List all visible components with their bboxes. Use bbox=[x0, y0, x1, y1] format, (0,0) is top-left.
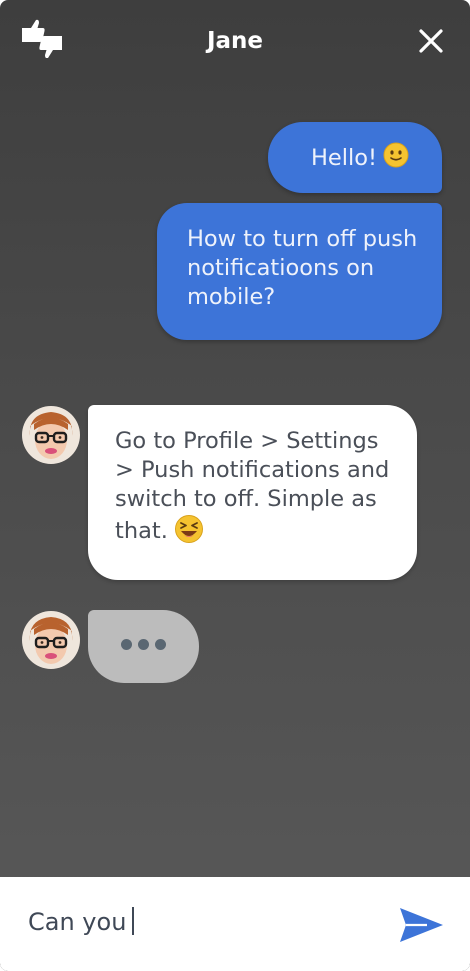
text-caret bbox=[132, 907, 135, 935]
chat-title: Jane bbox=[206, 28, 264, 54]
incoming-message: Go to Profile > Settings > Push notifica… bbox=[88, 405, 417, 580]
outgoing-message: Hello! bbox=[268, 122, 442, 193]
message-text: How to turn off push notificatioons on m… bbox=[187, 226, 418, 310]
send-icon[interactable] bbox=[397, 905, 445, 945]
chat-window: Jane Hello! How to turn off push notific… bbox=[0, 0, 470, 971]
laughing-face-icon bbox=[174, 514, 204, 544]
message-text: Go to Profile > Settings > Push notifica… bbox=[115, 428, 390, 544]
typing-dots-icon bbox=[138, 639, 149, 650]
message-text: Hello! bbox=[311, 145, 378, 171]
chat-header: Jane bbox=[0, 0, 470, 82]
jane-avatar bbox=[22, 611, 80, 669]
close-icon[interactable] bbox=[416, 26, 446, 56]
message-composer: Can you bbox=[0, 877, 470, 971]
message-input[interactable]: Can you bbox=[28, 903, 368, 941]
typing-dots-icon bbox=[155, 639, 166, 650]
message-input-value: Can you bbox=[28, 908, 127, 936]
jane-avatar bbox=[22, 406, 80, 464]
typing-dots-icon bbox=[121, 639, 132, 650]
outgoing-message: How to turn off push notificatioons on m… bbox=[157, 203, 442, 340]
slightly-smiling-face-icon bbox=[383, 142, 409, 168]
